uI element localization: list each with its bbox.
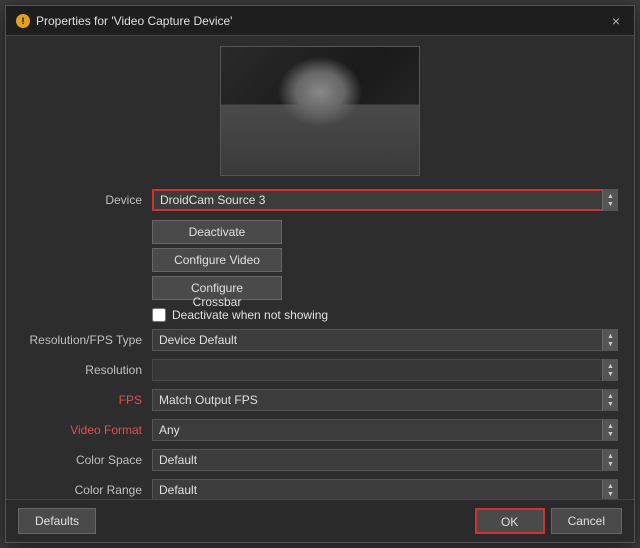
deactivate-button[interactable]: Deactivate [152, 220, 282, 244]
preview-area [22, 46, 618, 176]
resolution-fps-type-label: Resolution/FPS Type [22, 333, 152, 347]
device-select[interactable]: DroidCam Source 3 [152, 189, 618, 211]
video-format-label: Video Format [22, 423, 152, 437]
video-format-row: Video Format Any ▲ ▼ [22, 418, 618, 442]
close-button[interactable]: × [608, 14, 624, 28]
fps-select-wrapper: Match Output FPS ▲ ▼ [152, 389, 618, 411]
resolution-select[interactable] [152, 359, 618, 381]
dialog-window: ! Properties for 'Video Capture Device' … [5, 5, 635, 543]
deactivate-checkbox[interactable] [152, 308, 166, 322]
device-select-wrapper: DroidCam Source 3 ▲ ▼ [152, 189, 618, 211]
bottom-bar: Defaults OK Cancel [6, 499, 634, 542]
cancel-button[interactable]: Cancel [551, 508, 622, 534]
fps-select[interactable]: Match Output FPS [152, 389, 618, 411]
video-format-select-wrapper: Any ▲ ▼ [152, 419, 618, 441]
video-feed [221, 47, 419, 175]
color-range-select[interactable]: Default [152, 479, 618, 499]
video-format-select[interactable]: Any [152, 419, 618, 441]
fps-label: FPS [22, 393, 152, 407]
resolution-fps-type-select[interactable]: Device Default [152, 329, 618, 351]
color-range-label: Color Range [22, 483, 152, 497]
title-bar: ! Properties for 'Video Capture Device' … [6, 6, 634, 36]
button-group: Deactivate Configure Video Configure Cro… [152, 220, 618, 300]
device-row: Device DroidCam Source 3 ▲ ▼ [22, 188, 618, 212]
device-label: Device [22, 193, 152, 207]
resolution-row: Resolution ▲ ▼ [22, 358, 618, 382]
color-space-select[interactable]: Default [152, 449, 618, 471]
color-range-select-wrapper: Default ▲ ▼ [152, 479, 618, 499]
resolution-fps-type-select-wrapper: Device Default ▲ ▼ [152, 329, 618, 351]
video-preview [220, 46, 420, 176]
color-range-row: Color Range Default ▲ ▼ [22, 478, 618, 499]
ok-button[interactable]: OK [475, 508, 545, 534]
resolution-select-wrapper: ▲ ▼ [152, 359, 618, 381]
checkbox-row: Deactivate when not showing [152, 308, 618, 322]
form-area: Device DroidCam Source 3 ▲ ▼ Deactivate … [22, 188, 618, 499]
color-space-row: Color Space Default ▲ ▼ [22, 448, 618, 472]
right-buttons: OK Cancel [475, 508, 622, 534]
resolution-fps-type-row: Resolution/FPS Type Device Default ▲ ▼ [22, 328, 618, 352]
configure-video-button[interactable]: Configure Video [152, 248, 282, 272]
fps-row: FPS Match Output FPS ▲ ▼ [22, 388, 618, 412]
color-space-select-wrapper: Default ▲ ▼ [152, 449, 618, 471]
color-space-label: Color Space [22, 453, 152, 467]
dialog-content: Device DroidCam Source 3 ▲ ▼ Deactivate … [6, 36, 634, 499]
defaults-button[interactable]: Defaults [18, 508, 96, 534]
app-icon: ! [16, 14, 30, 28]
deactivate-checkbox-label: Deactivate when not showing [172, 308, 328, 322]
window-title: Properties for 'Video Capture Device' [36, 14, 232, 28]
video-canvas [221, 47, 419, 175]
resolution-label: Resolution [22, 363, 152, 377]
configure-crossbar-button[interactable]: Configure Crossbar [152, 276, 282, 300]
